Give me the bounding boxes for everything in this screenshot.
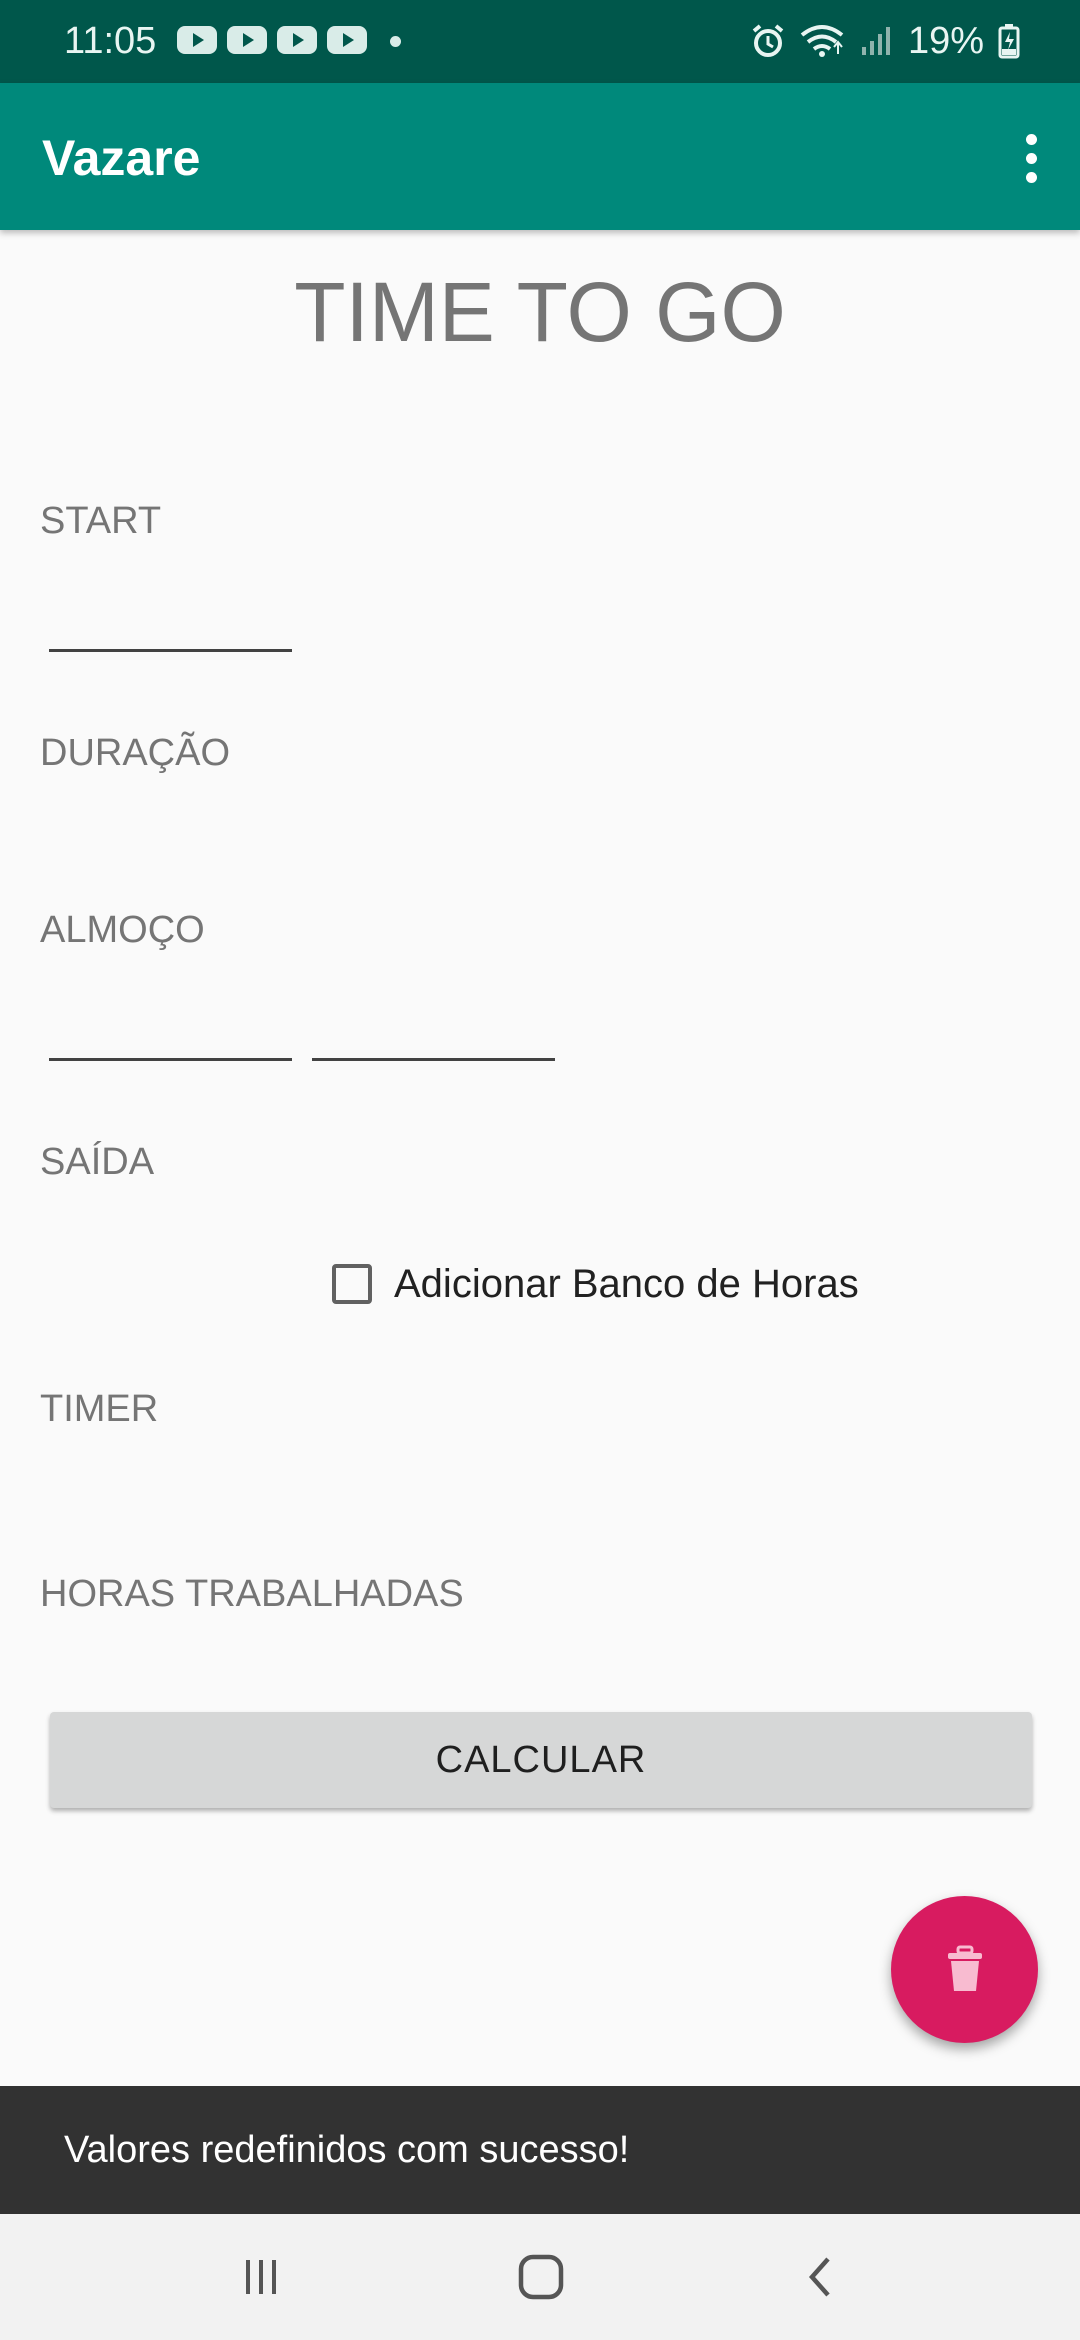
horas-trabalhadas-label: HORAS TRABALHADAS [40, 1573, 464, 1615]
system-nav-bar [0, 2214, 1080, 2340]
wifi-icon [800, 25, 844, 57]
almoco-end-field[interactable] [312, 1001, 555, 1061]
banco-de-horas-checkbox[interactable] [332, 1264, 372, 1304]
notification-icons [177, 26, 367, 54]
start-time-field[interactable] [49, 592, 292, 652]
saida-label: SAÍDA [40, 1141, 155, 1183]
youtube-icon [177, 26, 217, 54]
back-icon[interactable] [782, 2244, 862, 2310]
almoco-start-field[interactable] [49, 1001, 292, 1061]
signal-icon [861, 27, 890, 55]
battery-charging-icon [998, 24, 1020, 59]
duracao-label: DURAÇÃO [40, 732, 231, 774]
clear-values-fab[interactable] [891, 1896, 1038, 2043]
timer-label: TIMER [40, 1388, 159, 1430]
app-bar: Vazare [0, 83, 1080, 230]
calcular-button[interactable]: CALCULAR [50, 1712, 1032, 1808]
snackbar-message: Valores redefinidos com sucesso! [64, 2129, 630, 2171]
page-title: TIME TO GO [294, 265, 786, 359]
more-vert-icon[interactable] [996, 123, 1066, 193]
almoco-label: ALMOÇO [40, 909, 205, 951]
trash-icon [947, 1945, 982, 1991]
status-bar: 11:05 19% [0, 0, 1080, 83]
status-right-icons: 19% [750, 18, 1020, 64]
youtube-icon [227, 26, 267, 54]
recents-icon[interactable] [221, 2244, 301, 2310]
youtube-icon [277, 26, 317, 54]
banco-de-horas-label[interactable]: Adicionar Banco de Horas [394, 1260, 859, 1308]
banco-de-horas-checkbox-row[interactable]: Adicionar Banco de Horas [332, 1256, 859, 1312]
youtube-icon [327, 26, 367, 54]
more-notifications-dot-icon [390, 36, 401, 47]
screen: 11:05 19% Vazare TIME TO GO START DURAÇÃ… [0, 0, 1080, 2340]
snackbar: Valores redefinidos com sucesso! [0, 2086, 1080, 2214]
battery-percent: 19% [907, 20, 984, 62]
home-icon[interactable] [501, 2244, 581, 2310]
app-title: Vazare [42, 130, 201, 186]
alarm-icon [752, 24, 784, 57]
status-time: 11:05 [64, 20, 157, 62]
start-label: START [40, 500, 162, 542]
